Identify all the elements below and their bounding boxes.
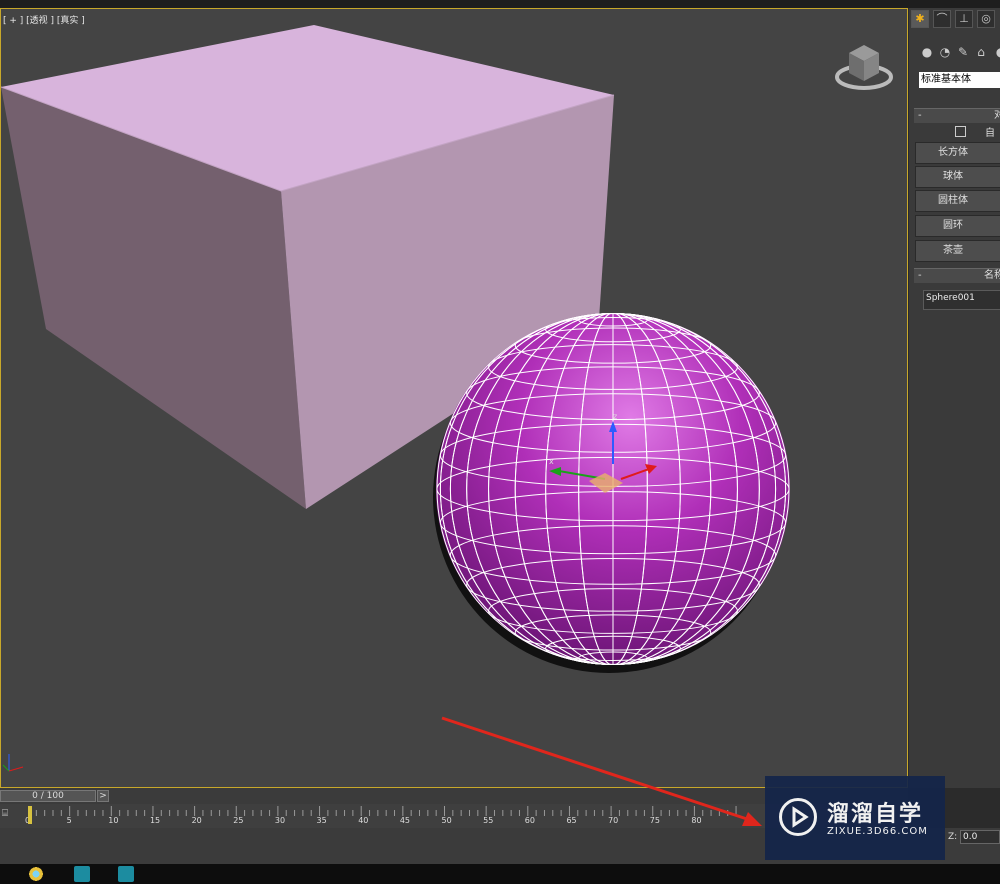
cameras-icon[interactable]: ⌂: [973, 44, 989, 60]
object-type-rollout-header[interactable]: - 对: [914, 108, 1000, 123]
svg-text:z: z: [613, 412, 617, 421]
timeline-tick-label: 40: [358, 816, 369, 825]
hierarchy-tab-icon[interactable]: ⊥: [955, 10, 973, 28]
viewport-label[interactable]: [ + ] [透视 ] [真实 ]: [3, 13, 85, 26]
autogrid-checkbox[interactable]: [955, 126, 966, 137]
rollout-title: 名称: [984, 270, 1000, 281]
command-panel: ✱ ⌒ ⊥ ◎ ● ◔ ✎ ⌂ ◖ 标准基本体 - 对 自动 长方体 球体 圆柱…: [909, 8, 1000, 788]
create-tab-icon[interactable]: ✱: [911, 10, 929, 28]
timeline-tick-label: 30: [274, 816, 286, 825]
object-name-field[interactable]: Sphere001: [923, 290, 1000, 310]
timeline-tick-label: 10: [108, 816, 119, 825]
timeline-tick-label: 25: [233, 816, 244, 825]
timeline-ticks: [28, 806, 737, 816]
top-strip: [0, 0, 1000, 8]
world-axis-icon: [2, 754, 24, 772]
sphere-button[interactable]: 球体: [915, 166, 1000, 188]
timeline-tick-label: 50: [441, 816, 452, 825]
geometry-icon[interactable]: ●: [919, 44, 935, 60]
svg-text:x: x: [549, 457, 554, 466]
timeline-tick-label: 55: [483, 816, 494, 825]
watermark-title: 溜溜自学: [827, 802, 924, 827]
sphere-object[interactable]: [433, 313, 790, 673]
watermark-logo: 溜溜自学 ZIXUE.3D66.COM: [765, 776, 945, 860]
viewcube-icon[interactable]: [835, 39, 893, 91]
cylinder-button[interactable]: 圆柱体: [915, 190, 1000, 212]
primitive-type-dropdown[interactable]: 标准基本体: [919, 72, 1000, 88]
timeline-tick-label: 15: [149, 816, 161, 825]
windows-taskbar: [0, 864, 1000, 884]
next-frame-button[interactable]: >: [97, 790, 109, 802]
collapse-icon: -: [918, 270, 922, 281]
timeline-tick-label: 60: [524, 816, 535, 825]
z-coordinate-field[interactable]: 0.0: [960, 830, 1000, 844]
timeline-tick-label: 80: [691, 816, 702, 825]
modify-tab-icon[interactable]: ⌒: [933, 10, 951, 28]
scene-canvas[interactable]: x z: [1, 9, 908, 788]
browser-taskbar-icon[interactable]: [28, 866, 44, 882]
play-logo-icon: [779, 798, 817, 836]
current-frame-marker[interactable]: [28, 806, 32, 824]
rollout-title: 对: [994, 110, 1000, 121]
time-slider[interactable]: 0 / 100: [0, 790, 96, 802]
timeline-tick-label: 20: [191, 816, 202, 825]
collapse-icon: -: [918, 110, 922, 121]
timeline-tick-label: 35: [316, 816, 327, 825]
perspective-viewport[interactable]: x z [ + ] [透视 ] [真实 ]: [0, 8, 908, 788]
3dsmax-taskbar-icon[interactable]: [74, 866, 90, 882]
timeline-tick-label: 65: [566, 816, 577, 825]
lights-icon[interactable]: ✎: [955, 44, 971, 60]
z-coordinate-label: Z:: [948, 832, 958, 842]
3dsmax-taskbar-icon-2[interactable]: [118, 866, 134, 882]
timeline-tick-label: 5: [66, 816, 72, 825]
watermark-subtitle: ZIXUE.3D66.COM: [827, 826, 928, 837]
name-color-rollout-header[interactable]: - 名称: [914, 268, 1000, 283]
timeline-tick-label: 75: [649, 816, 660, 825]
teapot-button[interactable]: 茶壶: [915, 240, 1000, 262]
box-button[interactable]: 长方体: [915, 142, 1000, 164]
helpers-icon[interactable]: ◖: [991, 44, 1000, 60]
motion-tab-icon[interactable]: ◎: [977, 10, 995, 28]
timeline-tick-label: 45: [399, 816, 411, 825]
shapes-icon[interactable]: ◔: [937, 44, 953, 60]
torus-button[interactable]: 圆环: [915, 215, 1000, 237]
timeline-tick-label: 70: [608, 816, 619, 825]
curve-editor-icon[interactable]: ⌸: [2, 808, 14, 820]
